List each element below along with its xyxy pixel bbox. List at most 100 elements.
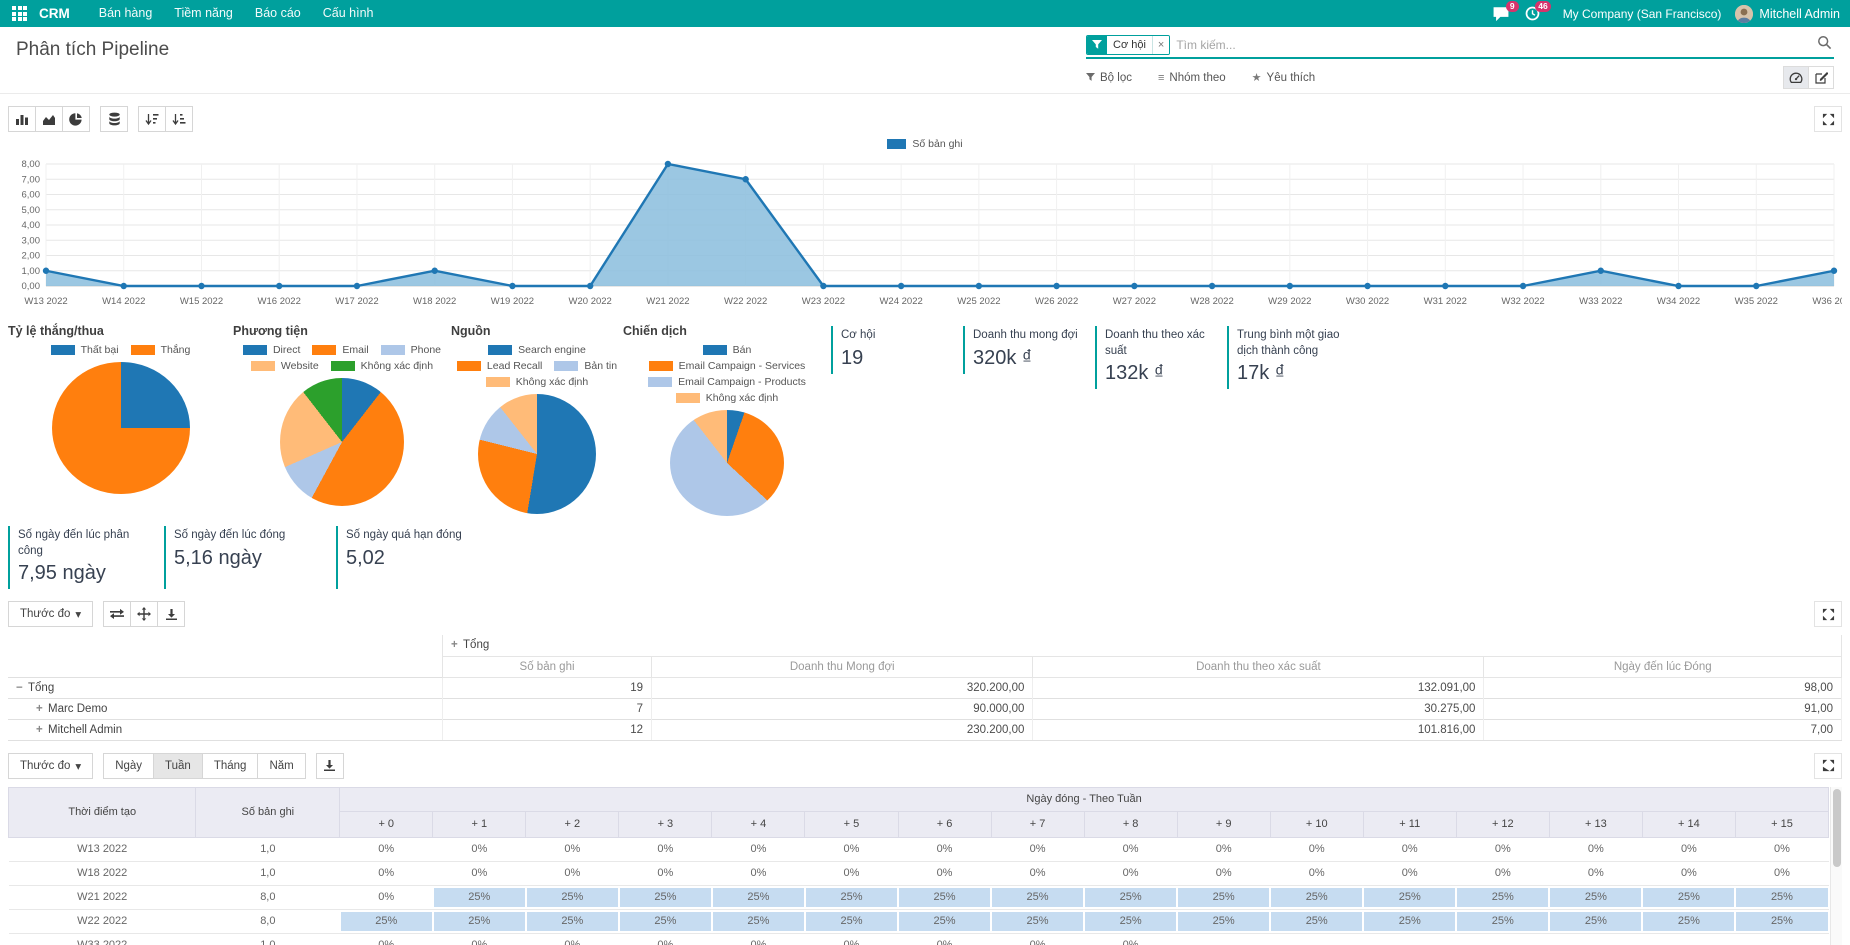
pivot-flip-axis-button[interactable]: [103, 601, 131, 627]
nav-menu-tiềm-năng[interactable]: Tiềm năng: [163, 0, 244, 27]
nav-menu-cấu-hình[interactable]: Cấu hình: [312, 0, 385, 27]
cohort-cell: [1177, 933, 1270, 945]
cohort-period-cell[interactable]: W33 2022: [9, 933, 196, 945]
nav-menu-bán-hàng[interactable]: Bán hàng: [88, 0, 164, 27]
sort-desc-button[interactable]: [138, 106, 166, 132]
cohort-cell: [1456, 933, 1549, 945]
cohort-download-button[interactable]: [316, 753, 344, 779]
cohort-cell: 25%: [1177, 885, 1270, 909]
pivot-measures-button[interactable]: Thước đo▾: [8, 601, 93, 627]
caret-down-icon: ▾: [75, 759, 81, 773]
cohort-period-cell[interactable]: W21 2022: [9, 885, 196, 909]
pivot-row-header[interactable]: +Marc Demo: [8, 698, 443, 719]
legend-swatch: [488, 345, 512, 355]
legend-item[interactable]: Lead Recall: [457, 360, 542, 372]
legend-item[interactable]: Bán: [703, 344, 752, 356]
pivot-col-group[interactable]: +Tổng: [443, 635, 1842, 656]
search-icon[interactable]: [1817, 35, 1832, 55]
user-menu[interactable]: Mitchell Admin: [1735, 5, 1840, 23]
cohort-interval-năm[interactable]: Năm: [257, 753, 305, 779]
cohort-measures-button[interactable]: Thước đo▾: [8, 753, 93, 779]
database-icon: [108, 112, 121, 126]
view-switch-dashboard-button[interactable]: [1783, 66, 1809, 89]
facet-remove-icon[interactable]: ×: [1152, 36, 1169, 54]
cohort-cell: 25%: [1363, 885, 1456, 909]
legend-item[interactable]: Email Campaign - Products: [648, 376, 806, 388]
cohort-count-cell: 1,0: [196, 933, 340, 945]
cohort-cell: 0%: [1735, 861, 1828, 885]
cohort-cell: 0%: [805, 933, 898, 945]
pivot-cell: 7,00: [1484, 719, 1842, 740]
legend-item[interactable]: Direct: [243, 344, 300, 356]
cohort-cell: 0%: [1270, 861, 1363, 885]
app-name[interactable]: CRM: [39, 6, 70, 21]
pie-chart-1[interactable]: [52, 362, 190, 494]
search-facet-opportunity[interactable]: Cơ hội ×: [1086, 35, 1170, 55]
cohort-period-cell[interactable]: W18 2022: [9, 861, 196, 885]
line-chart[interactable]: 0,001,002,003,004,005,006,007,008,00W13 …: [8, 152, 1842, 320]
pivot-row-header[interactable]: −Tổng: [8, 677, 443, 698]
cohort-interval-ngày[interactable]: Ngày: [103, 753, 154, 779]
pivot-measure-header[interactable]: Ngày đến lúc Đóng: [1484, 656, 1842, 677]
favorites-menu[interactable]: ★ Yêu thích: [1252, 71, 1315, 84]
cohort-cell: 25%: [1549, 885, 1642, 909]
bar-chart-button[interactable]: [8, 106, 36, 132]
stacked-toggle-button[interactable]: [100, 106, 128, 132]
pivot-download-button[interactable]: [157, 601, 185, 627]
cohort-period-cell[interactable]: W22 2022: [9, 909, 196, 933]
pivot-row-header[interactable]: +Mitchell Admin: [8, 719, 443, 740]
pie-legend: Direct Email Phone Website Không xác định: [233, 344, 451, 372]
nav-menu-báo-cáo[interactable]: Báo cáo: [244, 0, 312, 27]
legend-item[interactable]: Email Campaign - Services: [649, 360, 806, 372]
kpi-row: Cơ hội19Doanh thu mong đợi320k ₫Doanh th…: [831, 324, 1359, 516]
pie-chart-3[interactable]: [478, 394, 596, 514]
group-by-menu[interactable]: ≡ Nhóm theo: [1158, 72, 1226, 84]
pivot-expand-all-button[interactable]: [130, 601, 158, 627]
cohort-cell: 0%: [898, 837, 991, 861]
pie-chart-2[interactable]: [280, 378, 404, 506]
pie-chart-button[interactable]: [62, 106, 90, 132]
cohort-cell: 25%: [1456, 909, 1549, 933]
legend-item[interactable]: Email: [312, 344, 368, 356]
legend-item[interactable]: Thắng: [131, 344, 191, 356]
cohort-fullscreen-button[interactable]: [1814, 753, 1842, 779]
legend-swatch: [703, 345, 727, 355]
svg-text:8,00: 8,00: [22, 159, 41, 170]
cohort-cell: 25%: [526, 885, 619, 909]
line-chart-button[interactable]: [35, 106, 63, 132]
legend-item[interactable]: Search engine: [488, 344, 586, 356]
legend-swatch: [887, 139, 906, 149]
legend-item[interactable]: Bản tin: [554, 360, 617, 372]
kpi-label: Doanh thu mong đợi: [973, 328, 1089, 344]
pivot-fullscreen-button[interactable]: [1814, 601, 1842, 627]
activities-icon[interactable]: 46: [1525, 6, 1543, 22]
legend-item[interactable]: Website: [251, 360, 319, 372]
legend-item[interactable]: Không xác định: [676, 392, 778, 404]
legend-item[interactable]: Không xác định: [486, 376, 588, 388]
cohort-cell: 0%: [433, 861, 526, 885]
graph-fullscreen-button[interactable]: [1814, 106, 1842, 132]
legend-item[interactable]: Phone: [381, 344, 441, 356]
sort-asc-button[interactable]: [165, 106, 193, 132]
pivot-measure-header[interactable]: Doanh thu theo xác suất: [1033, 656, 1484, 677]
legend-item[interactable]: Không xác định: [331, 360, 433, 372]
messages-icon[interactable]: 9: [1493, 6, 1511, 22]
company-switcher[interactable]: My Company (San Francisco): [1563, 7, 1722, 21]
cohort-interval-tuần[interactable]: Tuần: [153, 753, 203, 779]
cohort-period-cell[interactable]: W13 2022: [9, 837, 196, 861]
pivot-measure-header[interactable]: Doanh thu Mong đợi: [652, 656, 1033, 677]
control-panel: Phân tích Pipeline Cơ hội × Bộ lọc ≡ Nh: [0, 27, 1850, 94]
legend-item[interactable]: Thất bại: [51, 344, 119, 356]
pie-chart-4[interactable]: [670, 410, 784, 516]
scrollbar-thumb[interactable]: [1833, 789, 1841, 867]
filters-menu[interactable]: Bộ lọc: [1086, 72, 1132, 84]
cohort-interval-tháng[interactable]: Tháng: [202, 753, 259, 779]
cohort-cell: 25%: [991, 909, 1084, 933]
apps-menu-icon[interactable]: [12, 6, 27, 21]
view-switch-edit-button[interactable]: [1808, 66, 1834, 89]
pivot-measure-header[interactable]: Số bản ghi: [443, 656, 652, 677]
search-input[interactable]: [1170, 36, 1817, 54]
cohort-scrollbar[interactable]: ▼: [1830, 787, 1842, 945]
cohort-offset-header: + 7: [991, 811, 1084, 837]
kpi-cell: Trung bình một giao dịch thành công17k ₫: [1227, 326, 1359, 389]
